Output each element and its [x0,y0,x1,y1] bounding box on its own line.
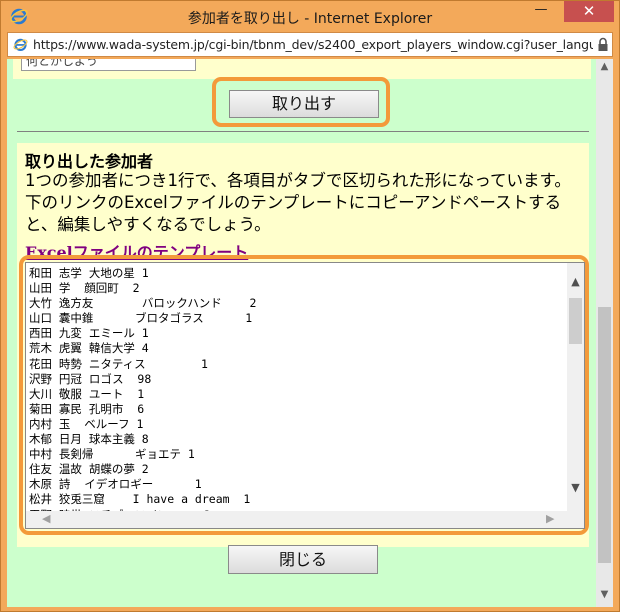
chevron-down-icon[interactable]: ▼ [596,589,613,605]
player-line: 木郁 日月 球本主義 8 [29,432,149,447]
panel-title: 取り出した参加者 [25,152,154,171]
player-line: 大川 敬服 ユート 1 [29,386,145,401]
browser-window: 参加者を取り出し - Internet Explorer — ✕ https:/… [0,0,620,612]
divider [17,131,589,132]
address-bar[interactable]: https://www.wada-system.jp/cgi-bin/tbnm_… [7,32,613,57]
chevron-down-icon[interactable]: ▼ [567,481,584,494]
player-line: 花田 時勢 ニタティス 1 [29,356,208,371]
scrollbar-corner [567,511,584,528]
player-line: 荒木 虎翼 韓信大学 4 [29,341,149,356]
minimize-button[interactable]: — [528,2,554,22]
extract-button[interactable]: 取り出す [229,90,379,118]
internet-explorer-icon [13,38,28,52]
player-line: 住友 温故 胡蝶の夢 2 [29,462,149,477]
player-line: 山口 囊中錐 ブロタゴラス 1 [29,311,253,326]
previous-section: 何とかしよう [13,59,591,79]
players-textarea[interactable]: 和田 志学 大地の星 1 山田 学 顔回町 2 大竹 逸方友 バロックハンド 2 山口… [25,262,585,529]
player-line: 中村 長剣帰 ギョエテ 1 [29,447,195,462]
scroll-thumb[interactable] [569,298,582,344]
close-button[interactable]: 閉じる [228,545,378,574]
page-vertical-scrollbar[interactable]: ▲ ▼ [596,59,613,607]
players-list: 和田 志学 大地の星 1 山田 学 顔回町 2 大竹 逸方友 バロックハンド 2 山口… [29,266,256,523]
lock-icon [598,37,608,51]
title-bar[interactable]: 参加者を取り出し - Internet Explorer — ✕ [1,1,619,32]
player-line: 和田 志学 大地の星 1 [29,266,149,280]
url-text[interactable]: https://www.wada-system.jp/cgi-bin/tbnm_… [33,37,593,52]
panel-description: 1つの参加者につき1行で、各項目がタブで区切られた形になっています。下のリンクの… [25,171,571,234]
player-line: 菊田 寡民 孔明市 6 [29,401,145,416]
chevron-right-icon[interactable]: ▶ [546,512,554,525]
textarea-vertical-scrollbar[interactable]: ▲ ▼ [567,263,584,513]
player-line: 大竹 逸方友 バロックハンド 2 [29,296,257,311]
player-line: 西田 九変 エミール 1 [29,326,149,341]
previous-text-field[interactable]: 何とかしよう [21,59,196,71]
close-window-button[interactable]: ✕ [564,1,614,22]
chevron-up-icon[interactable]: ▲ [596,61,613,77]
player-line: 松井 狡兎三窟 I have a dream 1 [29,492,251,507]
player-line: 内村 玉 ベルーフ 1 [29,416,144,431]
player-line: 山田 学 顔回町 2 [29,281,140,296]
textarea-horizontal-scrollbar[interactable]: ◀ ▶ [26,511,569,528]
player-line: 木原 詩 イデオロギー 1 [29,477,202,492]
chevron-left-icon[interactable]: ◀ [42,512,50,525]
page-content: 何とかしよう 取り出す 取り出した参加者 1つの参加者につき1行で、各項目がタブ… [7,59,613,607]
page-scroll-thumb[interactable] [598,307,611,563]
window-title: 参加者を取り出し - Internet Explorer [187,11,433,27]
chevron-up-icon[interactable]: ▲ [567,275,584,288]
player-line: 沢野 円冠 ロゴス 98 [29,371,152,386]
